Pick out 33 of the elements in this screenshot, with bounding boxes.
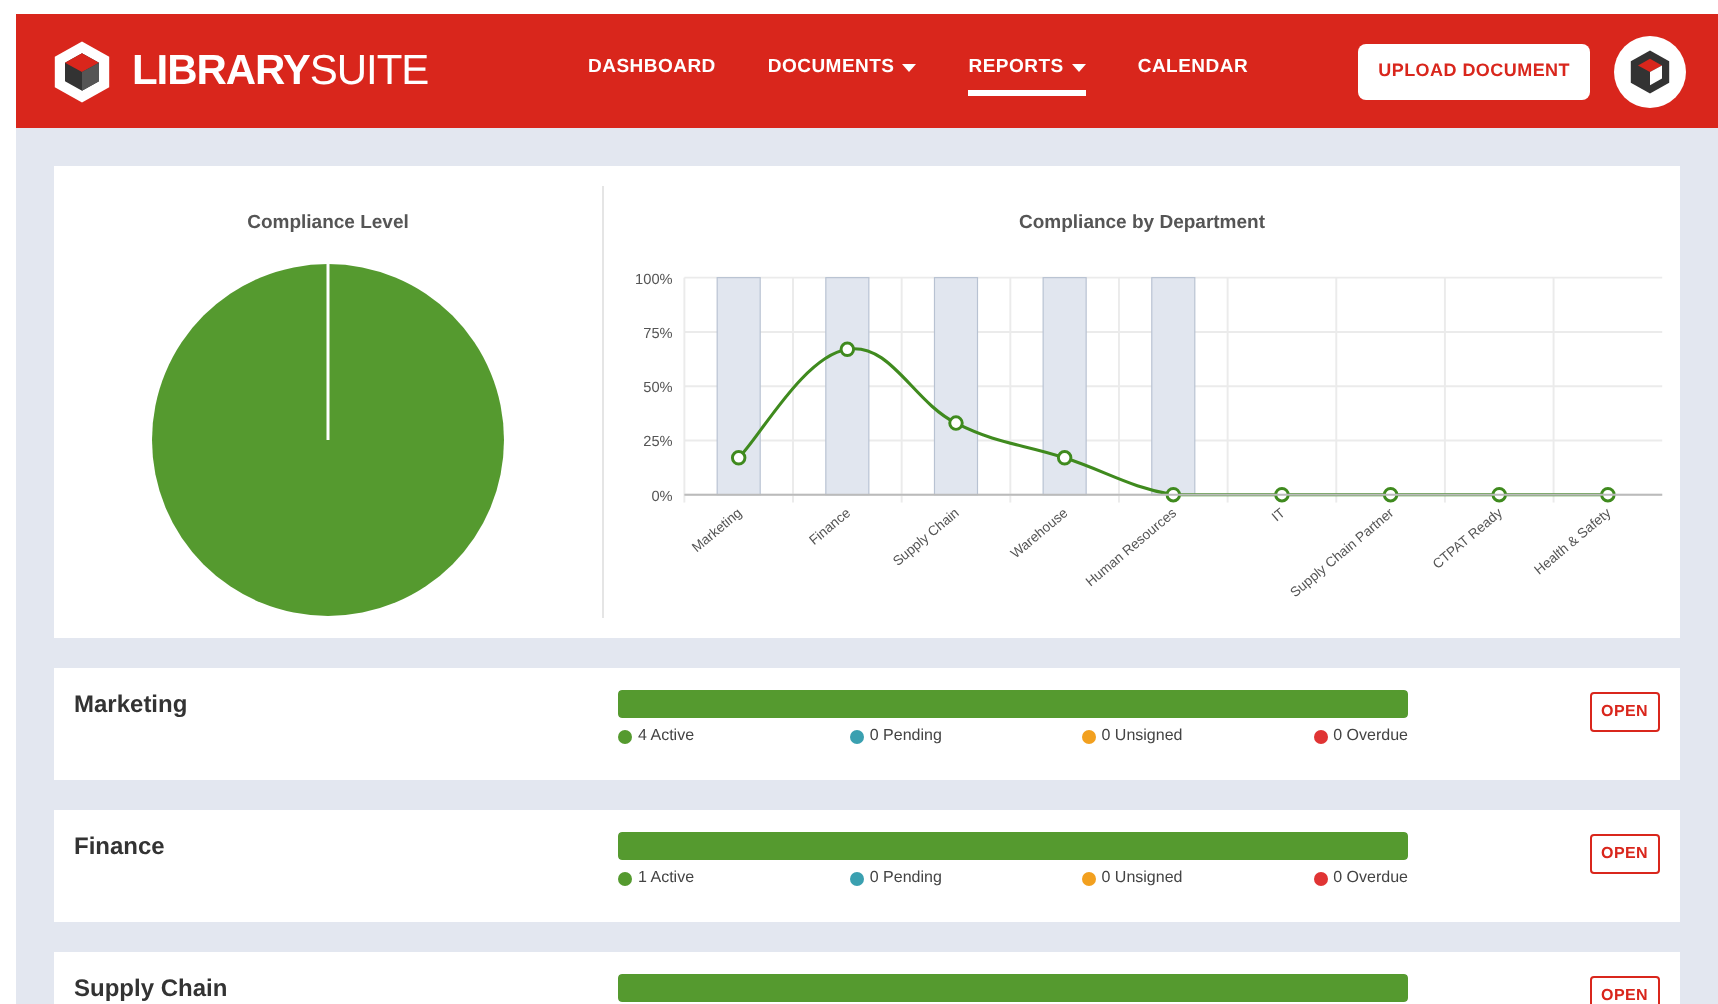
open-button[interactable]: OPEN [1589,692,1660,732]
department-name: Marketing [74,690,190,718]
chart-title: Compliance by Department [1019,210,1265,238]
chart-title: Compliance Level [247,210,409,238]
nav-link[interactable]: DOCUMENTS [767,45,917,97]
data-point [1165,487,1181,503]
data-point [839,342,856,358]
data-point [730,450,747,467]
nav-link[interactable]: DASHBOARD [588,45,716,97]
status-count: 0 Unsigned [1101,866,1183,890]
status-count: 0 Pending [869,866,942,890]
brand-name: LIBRARYSUITE [132,45,429,98]
data-point [948,415,964,432]
data-point [1382,487,1399,503]
status-count: 0 Unsigned [1101,724,1183,748]
department-name: Supply Chain [74,974,230,1002]
status-count: 4 Active [638,724,695,748]
department-name: Finance [74,832,167,860]
upload-document-button[interactable]: UPLOAD DOCUMENT [1358,43,1590,99]
open-button[interactable]: OPEN [1589,976,1660,1004]
status-count: 0 Overdue [1333,724,1408,748]
data-point [1056,450,1073,467]
status-count: 1 Active [638,866,695,890]
nav-link[interactable]: REPORTS [968,45,1086,97]
data-point [1491,487,1507,503]
user-avatar[interactable] [1614,35,1686,107]
data-point [1274,487,1290,503]
status-count: 0 Overdue [1333,866,1408,890]
status-count: 0 Pending [869,724,942,748]
nav-link[interactable]: CALENDAR [1137,45,1249,97]
cube-avatar-icon [1626,47,1674,95]
open-button[interactable]: OPEN [1589,834,1660,874]
data-point [1600,487,1616,503]
